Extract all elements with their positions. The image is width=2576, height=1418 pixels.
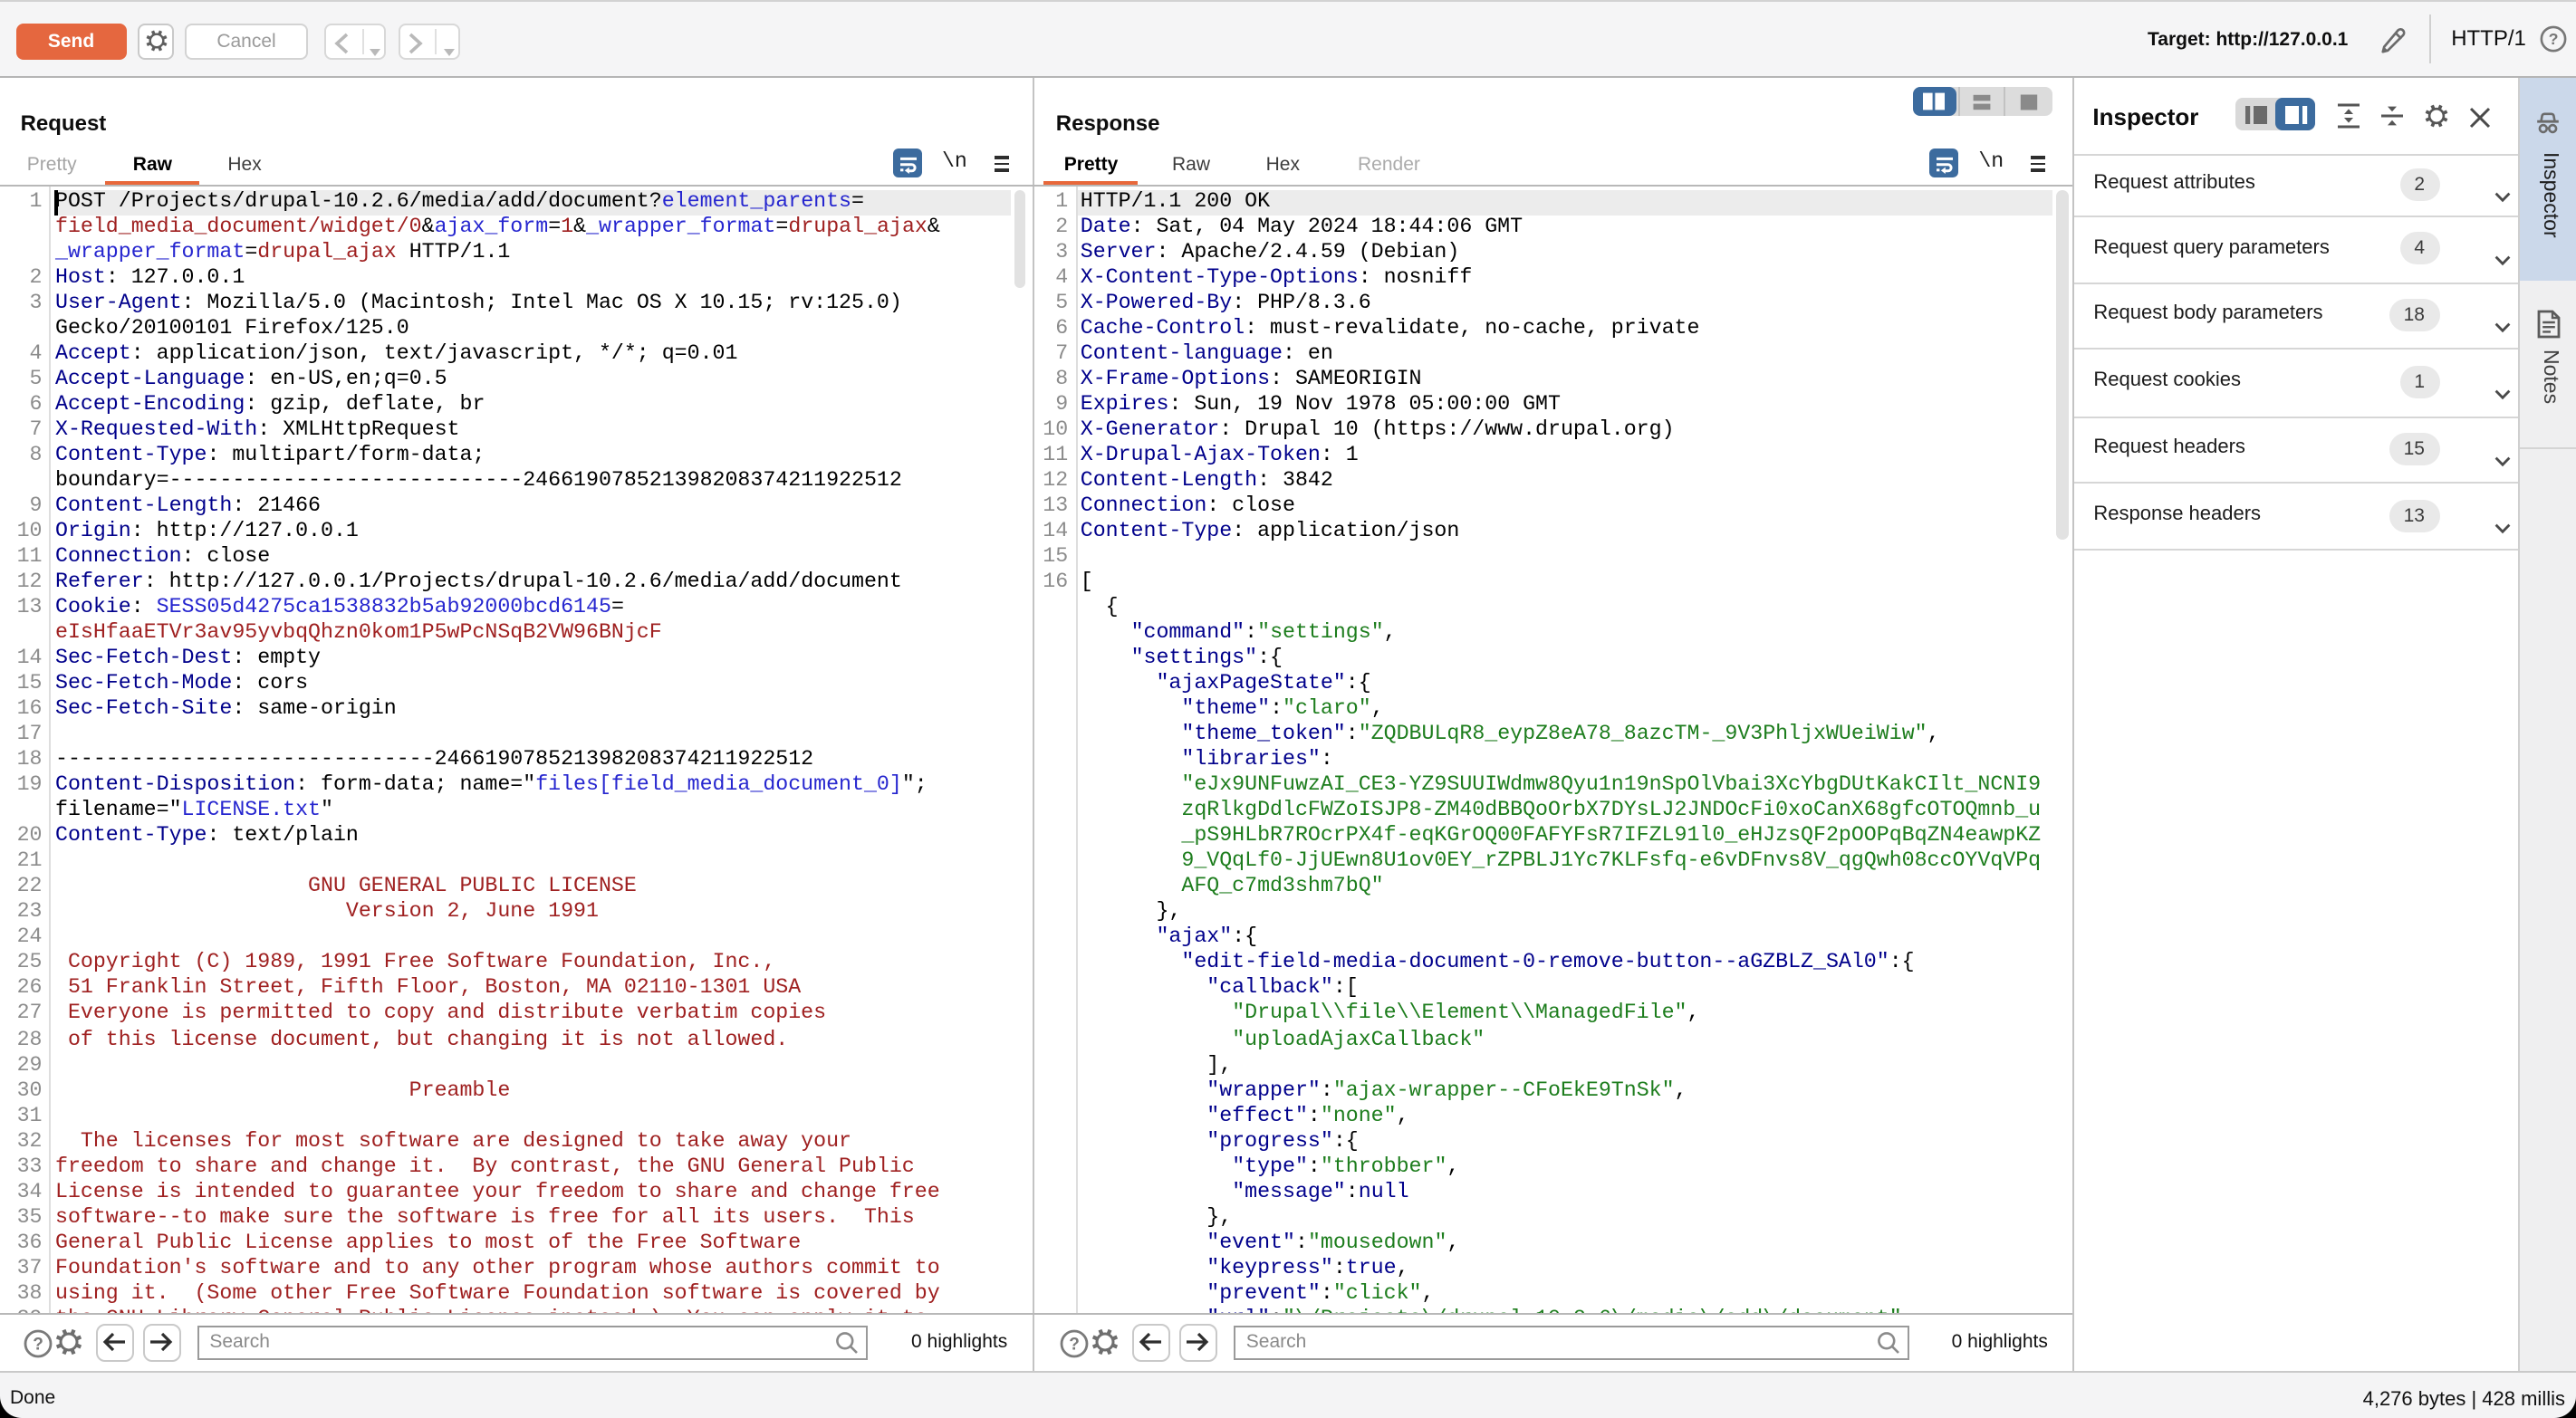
svg-text:?: ? <box>1069 1335 1080 1354</box>
svg-text:?: ? <box>33 1335 43 1354</box>
svg-text:?: ? <box>2548 30 2558 48</box>
